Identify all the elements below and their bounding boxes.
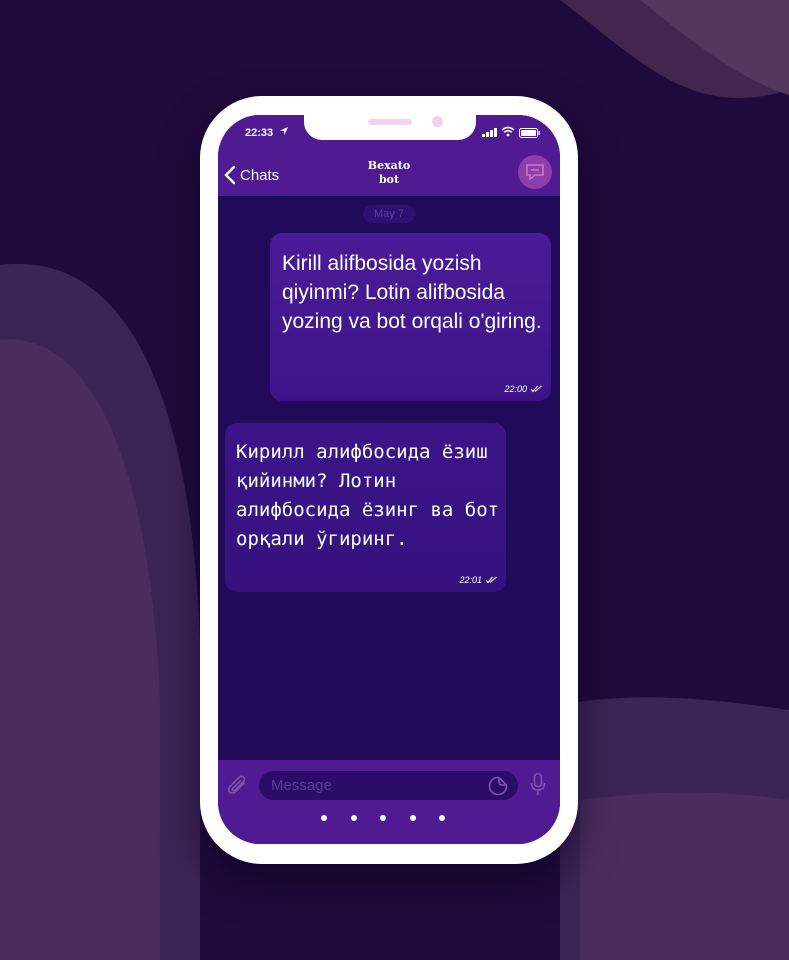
chevron-left-icon — [224, 165, 236, 185]
chat-title: Bexato bot — [339, 159, 439, 187]
message-text: Kirill alifbosida yozish qiyinmi? Lotin … — [282, 252, 542, 333]
message-bubble-outgoing[interactable]: Kirill alifbosida yozish qiyinmi? Lotin … — [270, 233, 551, 401]
battery-icon — [519, 128, 540, 138]
date-badge: May 7 — [363, 205, 415, 223]
page-dot — [380, 815, 410, 821]
page-dot — [409, 815, 440, 821]
page-dot — [321, 815, 351, 821]
message-meta: 22:01 — [459, 575, 498, 585]
chat-area: May 7 Kirill alifbosida yozish qiyinmi? … — [218, 196, 560, 760]
bot-logo-icon — [526, 164, 544, 181]
message-meta: 22:00 — [504, 384, 543, 394]
notch-speaker — [368, 119, 412, 125]
message-input[interactable] — [259, 771, 518, 800]
message-time: 22:00 — [504, 384, 527, 394]
phone-frame: 22:33 Chats Bexato bot May 7 Kirill alif… — [200, 96, 578, 864]
microphone-icon[interactable] — [529, 772, 547, 798]
signal-icon — [482, 128, 497, 137]
chat-title-line2: bot — [378, 173, 400, 186]
back-label: Chats — [240, 166, 280, 184]
phone-screen: 22:33 Chats Bexato bot May 7 Kirill alif… — [218, 115, 560, 844]
back-button[interactable]: Chats — [224, 162, 279, 188]
notch-camera — [432, 116, 443, 127]
message-input-bar — [218, 760, 560, 844]
page-dot — [350, 815, 381, 821]
chat-header: Chats Bexato bot — [218, 155, 560, 196]
message-bubble-incoming[interactable]: Кирилл алифбосида ёзиш қийинми? Лотин ал… — [225, 423, 506, 592]
page-indicator-dots — [321, 815, 469, 821]
bot-avatar[interactable] — [518, 155, 552, 189]
double-check-icon — [530, 385, 542, 393]
double-check-icon — [485, 576, 497, 584]
paperclip-icon[interactable] — [227, 774, 249, 798]
message-text: Кирилл алифбосида ёзиш қийинми? Лотин ал… — [236, 441, 500, 550]
wifi-icon — [501, 126, 515, 137]
message-time: 22:01 — [459, 575, 482, 585]
phone-notch — [304, 115, 476, 140]
page-dot — [439, 815, 469, 821]
chat-title-line1: Bexato — [367, 159, 411, 172]
sticker-icon[interactable] — [488, 776, 508, 796]
status-time: 22:33 — [245, 127, 274, 139]
location-arrow-icon — [280, 127, 288, 135]
